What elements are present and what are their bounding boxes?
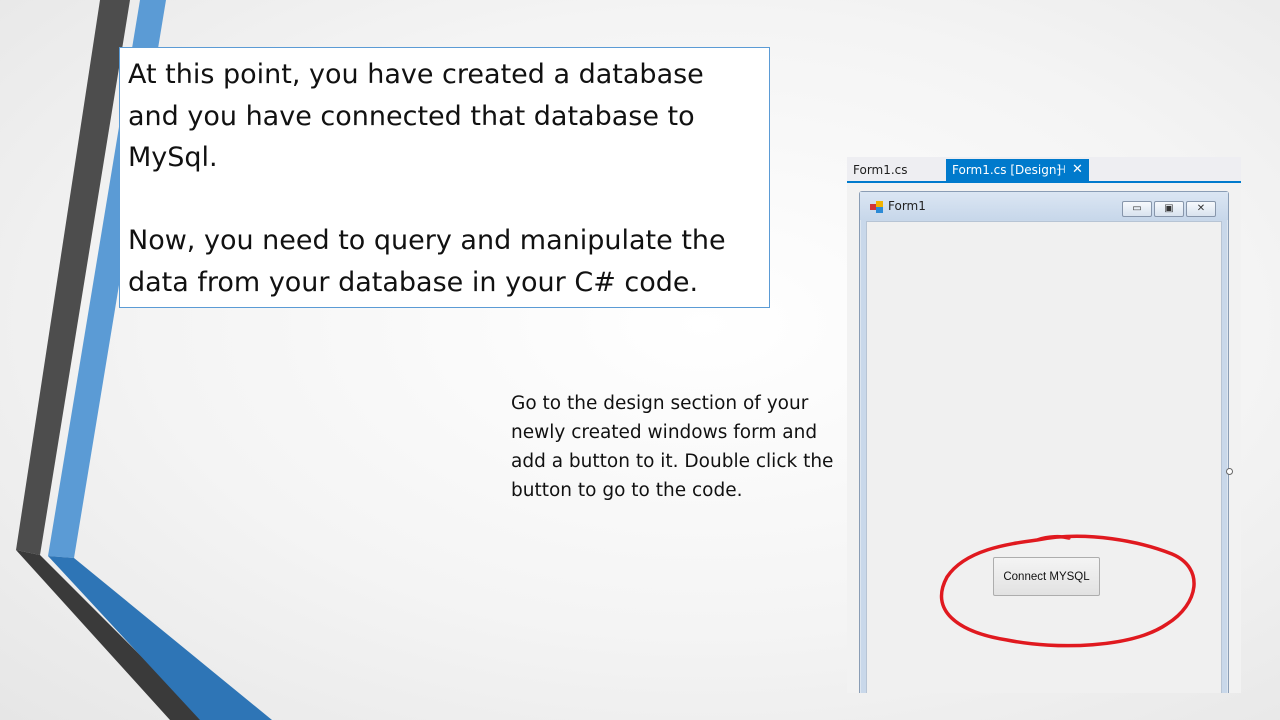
resize-handle[interactable]: [1226, 468, 1233, 475]
callout-text-1: At this point, you have created a databa…: [128, 59, 704, 173]
document-tabstrip: Form1.cs Form1.cs [Design] ⊣ ✕: [847, 157, 1241, 183]
close-icon[interactable]: ✕: [1186, 201, 1216, 217]
pin-icon[interactable]: ⊣: [1056, 159, 1066, 181]
tab-label: Form1.cs [Design]: [952, 163, 1062, 177]
tab-label: Form1.cs: [853, 163, 908, 177]
callout-text-2: Now, you need to query and manipulate th…: [128, 225, 726, 298]
form-client-area: Connect MYSQL: [866, 221, 1222, 693]
connect-mysql-button[interactable]: Connect MYSQL: [993, 557, 1100, 596]
tab-form1-design[interactable]: Form1.cs [Design] ⊣ ✕: [946, 159, 1089, 181]
instructions-text: Go to the design section of your newly c…: [511, 393, 834, 501]
close-icon[interactable]: ✕: [1072, 159, 1083, 181]
tab-form1-cs[interactable]: Form1.cs: [847, 159, 945, 181]
maximize-icon[interactable]: ▣: [1154, 201, 1184, 217]
form-title: Form1: [888, 199, 926, 213]
form-titlebar: Form1 ▭ ▣ ✕: [860, 192, 1228, 220]
minimize-icon[interactable]: ▭: [1122, 201, 1152, 217]
form-icon: [870, 201, 883, 213]
visual-studio-designer: Form1.cs Form1.cs [Design] ⊣ ✕ Form1 ▭ ▣…: [847, 157, 1241, 693]
design-surface: Form1 ▭ ▣ ✕ Connect MYSQL: [847, 183, 1241, 693]
callout-box: At this point, you have created a databa…: [119, 47, 770, 308]
windows-form[interactable]: Form1 ▭ ▣ ✕ Connect MYSQL: [859, 191, 1229, 693]
